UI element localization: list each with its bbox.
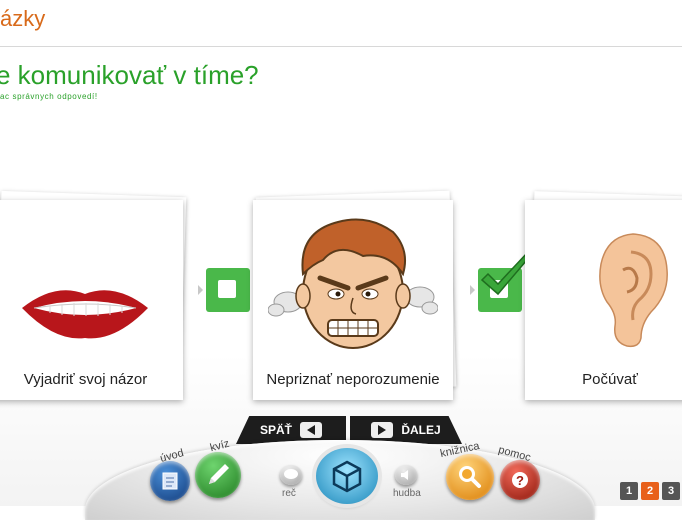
checkbox-box [218, 280, 236, 298]
page-button-3[interactable]: 3 [662, 482, 680, 500]
hudba-button[interactable] [395, 465, 417, 485]
kniznica-button[interactable] [446, 454, 494, 500]
uvod-button[interactable] [150, 461, 190, 501]
next-label: ĎALEJ [401, 423, 441, 437]
answer-card-label: Počúvať [582, 371, 638, 388]
connector-arrow [470, 285, 475, 295]
answer-card-2[interactable]: Nepriznať neporozumenie [253, 200, 453, 400]
question-title: e komunikovať v tíme? [0, 60, 259, 90]
back-label: SPÄŤ [259, 423, 292, 437]
back-arrow-icon [300, 422, 322, 438]
answer-card-stack-2: Nepriznať neporozumenie [253, 190, 457, 400]
angry-face-image [268, 218, 438, 349]
answer-card-1[interactable]: Vyjadriť svoj názor [0, 200, 183, 400]
answer-card-3[interactable]: Počúvať [525, 200, 682, 400]
magnifier-icon [459, 466, 481, 488]
rec-label: reč [282, 488, 296, 499]
hudba-label: hudba [393, 488, 421, 499]
app-title: ázky [0, 6, 46, 31]
kviz-button[interactable] [195, 452, 241, 498]
connector-arrow [198, 285, 203, 295]
rec-button[interactable] [280, 465, 302, 485]
cube-icon [332, 460, 362, 493]
svg-text:?: ? [516, 473, 524, 488]
pomoc-button[interactable]: ? [500, 460, 540, 500]
page-button-2[interactable]: 2 [641, 482, 659, 500]
speaker-icon [401, 470, 408, 480]
answer-checkbox-1[interactable] [206, 268, 250, 312]
page-button-1[interactable]: 1 [620, 482, 638, 500]
answer-card-stack-3: Počúvať [525, 191, 682, 400]
answer-checkbox-2[interactable] [478, 251, 534, 312]
answer-card-stack-1: Vyjadriť svoj názor [0, 190, 187, 400]
next-arrow-icon [371, 422, 394, 438]
speech-icon [284, 469, 298, 479]
header-divider [0, 46, 682, 47]
page-icon [162, 472, 178, 490]
question-instruction: ac správnych odpovedí! [0, 92, 98, 101]
answer-card-label: Nepriznať neporozumenie [266, 371, 440, 388]
answer-card-label: Vyjadriť svoj názor [23, 371, 148, 388]
question-icon: ? [512, 472, 528, 488]
ear-image [599, 233, 668, 348]
pencil-icon [209, 464, 229, 484]
lips-image [22, 290, 148, 339]
home-cube-button[interactable] [316, 448, 378, 504]
